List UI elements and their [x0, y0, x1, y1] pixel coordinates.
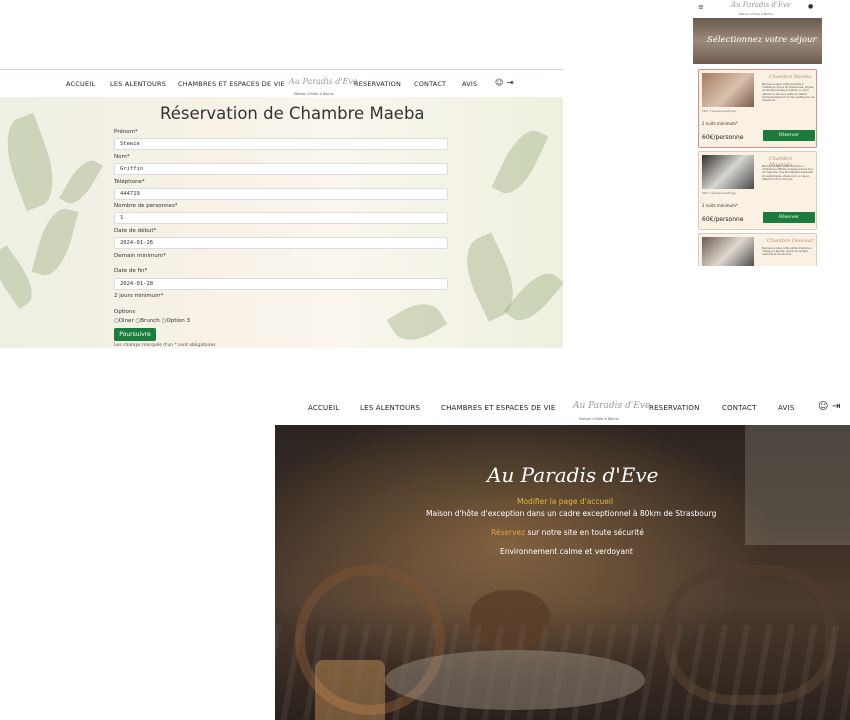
nav-alentours[interactable]: LES ALENTOURS — [360, 404, 420, 412]
input-date-debut[interactable]: 2024-01-26 — [114, 237, 448, 249]
reserve-button[interactable]: Réserver — [763, 130, 815, 141]
user-circle-icon[interactable]: ● — [808, 3, 813, 10]
room-photo — [702, 155, 754, 189]
mobile-header: ≡ Au Paradis d'Eve Maison d'hôte à Bâche… — [693, 0, 822, 18]
room-meta: 20m² 1 personne wifi logo — [702, 192, 736, 195]
nav-alentours[interactable]: LES ALENTOURS — [110, 80, 166, 88]
window-light — [745, 425, 850, 545]
label-date-fin: Date de fin* — [114, 268, 148, 274]
room-price: 60€/personne — [702, 216, 744, 223]
mobile-room-list: ≡ Au Paradis d'Eve Maison d'hôte à Bâche… — [693, 0, 822, 266]
input-telephone[interactable]: 444719 — [114, 188, 448, 200]
nav-reservation[interactable]: RESERVATION — [649, 404, 700, 412]
nav-contact[interactable]: CONTACT — [722, 404, 757, 412]
logout-icon[interactable]: ⇥ — [832, 401, 840, 412]
edit-homepage-link[interactable]: Modifier la page d'accueil — [517, 497, 613, 506]
user-circle-icon[interactable]: ☺ — [495, 78, 503, 87]
options-group: ○Diner ○Brunch ○Option 3 — [114, 318, 190, 324]
label-prenom: Prénom* — [114, 129, 138, 135]
input-nom[interactable]: Griffin — [114, 163, 448, 175]
home-tagline: Maison d'hôte d'exception dans un cadre … — [426, 509, 717, 518]
label-telephone: Téléphone* — [114, 179, 145, 185]
required-footnote: Les champs marqués d'un * sont obligatoi… — [114, 343, 216, 348]
room-price: 60€/personne — [702, 134, 744, 141]
home-reserve-line: Réservez sur notre site en toute sécurit… — [491, 528, 644, 537]
mobile-hero-banner: Sélectionnez votre séjour — [693, 18, 822, 64]
input-prenom[interactable]: Stewie — [114, 138, 448, 150]
screenshot-collage: ACCUEIL LES ALENTOURS CHAMBRES ET ESPACE… — [0, 0, 850, 720]
nav-logo[interactable]: Au Paradis d'Eve — [289, 77, 358, 86]
room-photo — [702, 237, 754, 266]
nav-accueil[interactable]: ACCUEIL — [308, 404, 339, 412]
leaf-decoration — [58, 154, 104, 210]
nav-logo-subtitle: Maison d'hôte à Bâche — [294, 92, 334, 96]
nav-logo[interactable]: Au Paradis d'Eve — [573, 401, 650, 411]
room-meta: 19m² 1 personne wifi logo — [702, 110, 736, 113]
reserve-link[interactable]: Réservez — [491, 528, 525, 537]
nav-accueil[interactable]: ACCUEIL — [66, 80, 95, 88]
leaf-decoration — [0, 112, 65, 212]
top-whitespace — [0, 0, 563, 68]
hint-date-fin: 2 jours minimum* — [114, 293, 164, 299]
nav-chambres[interactable]: CHAMBRES ET ESPACES DE VIE — [178, 80, 285, 88]
desktop-navbar: ACCUEIL LES ALENTOURS CHAMBRES ET ESPACE… — [0, 69, 563, 97]
label-personnes: Nombre de personnes* — [114, 203, 178, 209]
home-title: Au Paradis d'Eve — [487, 463, 659, 487]
room-description: Bienvenue dans cette chambre à l'ambianc… — [762, 165, 814, 181]
room-card-magnolia: Chambre Magnolia Bienvenue dans cette ch… — [698, 151, 817, 230]
leaf-decoration — [491, 123, 549, 201]
mobile-logo-subtitle: Maison d'hôte à Bâche — [739, 12, 774, 16]
option-diner-label: Diner — [118, 318, 134, 324]
nav-avis[interactable]: AVIS — [462, 80, 477, 88]
user-circle-icon[interactable]: ☺ — [818, 401, 828, 412]
room-description: Bienvenue dans cette petite chambre à l'… — [762, 247, 812, 257]
home-page: ACCUEIL LES ALENTOURS CHAMBRES ET ESPACE… — [275, 393, 850, 720]
home-navbar: ACCUEIL LES ALENTOURS CHAMBRES ET ESPACE… — [275, 393, 850, 425]
mobile-logo[interactable]: Au Paradis d'Eve — [731, 1, 791, 9]
nav-reservation[interactable]: RESERVATION — [354, 80, 401, 88]
desktop-reservation-page: ACCUEIL LES ALENTOURS CHAMBRES ET ESPACE… — [0, 0, 563, 348]
room-min-nights: 2 nuits minimum* — [702, 121, 738, 126]
option-brunch-label: Brunch — [140, 318, 160, 324]
home-environment-line: Environnement calme et verdoyant — [500, 547, 633, 556]
input-date-fin[interactable]: 2024-01-28 — [114, 278, 448, 290]
leaf-decoration — [0, 244, 41, 310]
leaf-decoration — [386, 294, 448, 348]
leaf-decoration — [31, 204, 79, 280]
label-date-debut: Date de début* — [114, 228, 157, 234]
submit-button[interactable]: Poursuivre — [114, 328, 156, 341]
hamburger-icon[interactable]: ≡ — [698, 3, 704, 11]
room-card-maeba: Chambre Maeba Bienvenue dans cette chamb… — [698, 69, 817, 148]
input-personnes[interactable]: 1 — [114, 212, 448, 224]
room-title: Chambre Maeba — [769, 74, 812, 80]
option-3-label: Option 3 — [166, 318, 190, 324]
options-label: Options — [114, 309, 136, 315]
reserve-line-text: sur notre site en toute sécurité — [525, 528, 644, 537]
wood-deck — [275, 625, 850, 720]
logout-icon[interactable]: ⇥ — [507, 78, 514, 87]
room-description: Bienvenue dans cette chambre à l'ambianc… — [762, 83, 815, 103]
nav-chambres[interactable]: CHAMBRES ET ESPACES DE VIE — [441, 404, 555, 412]
nav-contact[interactable]: CONTACT — [414, 80, 446, 88]
nav-logo-subtitle: Maison d'hôte à Bâche — [579, 417, 619, 421]
form-title: Réservation de Chambre Maeba — [160, 104, 425, 123]
nav-avis[interactable]: AVIS — [778, 404, 794, 412]
room-photo — [702, 73, 754, 107]
hint-date-debut: Demain minimum* — [114, 253, 166, 259]
room-card-douceur: Chambre Douceur Bienvenue dans cette pet… — [698, 233, 817, 266]
reserve-button[interactable]: Réserver — [763, 212, 815, 223]
room-title: Chambre Douceur — [767, 238, 814, 244]
label-nom: Nom* — [114, 154, 130, 160]
room-min-nights: 2 nuits minimum* — [702, 203, 738, 208]
mobile-hero-title: Sélectionnez votre séjour — [707, 35, 817, 45]
